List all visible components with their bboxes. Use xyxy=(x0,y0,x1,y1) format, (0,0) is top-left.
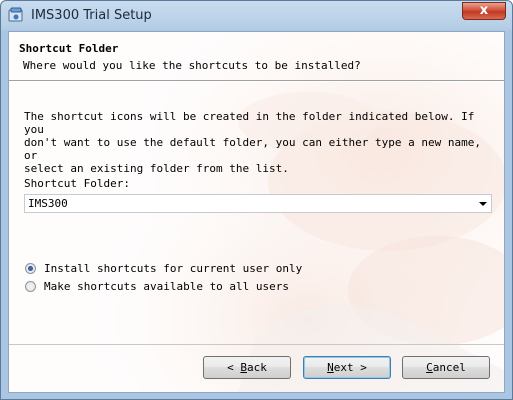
back-button[interactable]: < Back xyxy=(203,356,291,379)
back-button-prefix: < xyxy=(227,361,241,374)
page-title: Shortcut Folder xyxy=(19,42,119,55)
next-button[interactable]: Next > xyxy=(303,356,391,379)
radio-button-all-users[interactable] xyxy=(25,281,36,292)
close-button[interactable]: x xyxy=(462,2,506,20)
next-button-suffix: > xyxy=(353,361,367,374)
header-divider-highlight xyxy=(9,81,504,82)
wizard-panel: Shortcut Folder Where would you like the… xyxy=(8,31,505,393)
title-bar[interactable]: IMS300 Trial Setup x xyxy=(1,1,512,31)
cancel-button[interactable]: Cancel xyxy=(402,356,490,379)
radio-button-current-user[interactable] xyxy=(25,263,36,274)
back-button-accel: B xyxy=(240,361,247,374)
page-subtitle: Where would you like the shortcuts to be… xyxy=(23,59,361,72)
cancel-button-rest: ancel xyxy=(432,361,466,374)
shortcut-folder-combobox[interactable]: IMS300 xyxy=(24,194,492,213)
wizard-header: Shortcut Folder Where would you like the… xyxy=(9,32,504,79)
shortcut-folder-value: IMS300 xyxy=(28,197,68,210)
next-button-rest: ext xyxy=(333,361,354,374)
radio-label-all-users[interactable]: Make shortcuts available to all users xyxy=(44,280,289,293)
shortcut-folder-label: Shortcut Folder: xyxy=(24,177,130,190)
close-icon: x xyxy=(479,3,489,18)
radio-label-current-user[interactable]: Install shortcuts for current user only xyxy=(44,262,302,275)
window-title: IMS300 Trial Setup xyxy=(31,8,152,23)
setup-icon xyxy=(8,7,24,23)
footer-divider xyxy=(9,344,504,345)
chevron-down-icon[interactable] xyxy=(479,202,487,206)
cancel-button-accel: C xyxy=(426,361,433,374)
back-button-rest: ack xyxy=(247,361,267,374)
next-button-accel: N xyxy=(327,361,334,374)
description-text: The shortcut icons will be created in th… xyxy=(24,110,481,175)
setup-window: IMS300 Trial Setup x Shortcut Folder Whe… xyxy=(0,0,513,400)
